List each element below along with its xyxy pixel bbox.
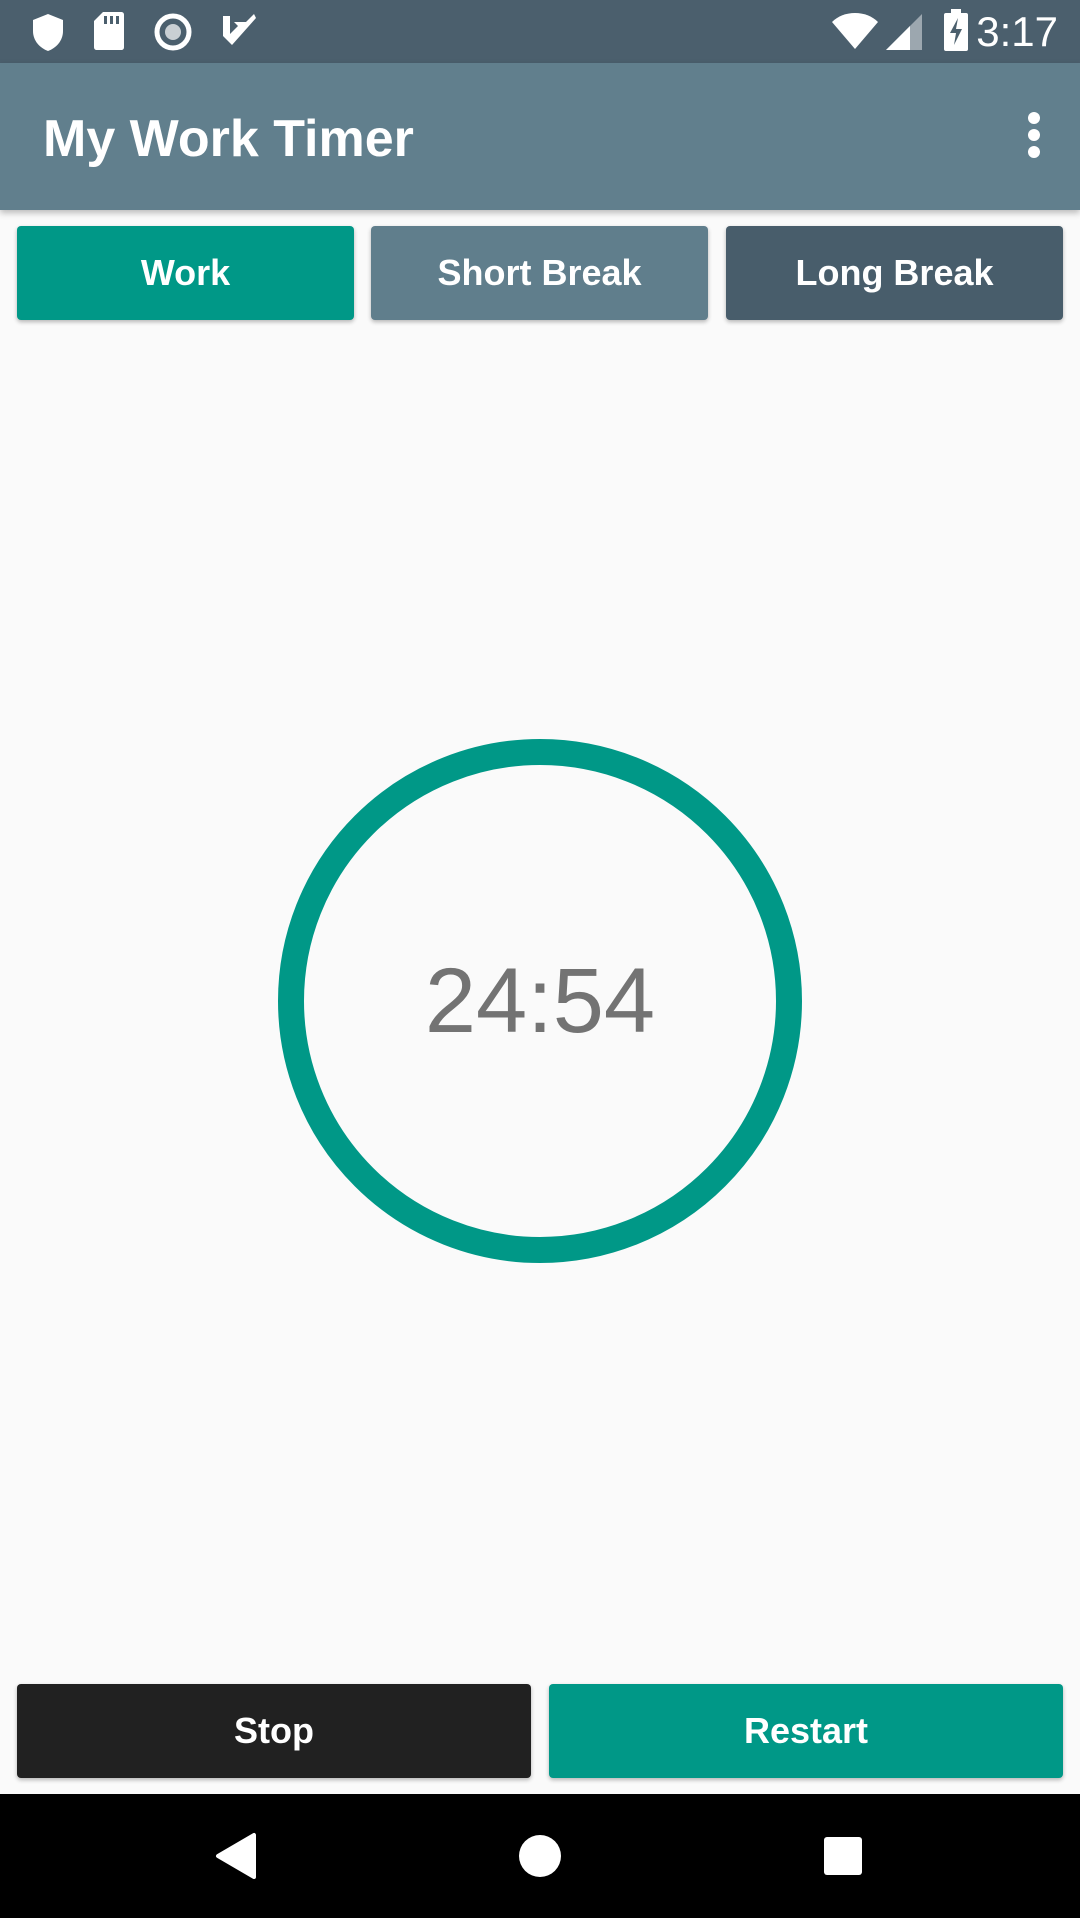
task-check-icon	[223, 14, 256, 45]
sd-card-icon	[94, 12, 124, 50]
status-bar: 3:17	[0, 0, 1080, 63]
back-icon	[216, 1833, 256, 1879]
app-bar: My Work Timer	[0, 63, 1080, 210]
short-break-mode-button[interactable]: Short Break	[371, 226, 708, 320]
home-icon	[519, 1835, 561, 1877]
stop-button[interactable]: Stop	[17, 1684, 531, 1778]
battery-charging-icon	[944, 9, 968, 51]
circle-record-icon	[154, 13, 192, 51]
work-mode-button[interactable]: Work	[17, 226, 354, 320]
more-vert-icon	[1028, 112, 1040, 158]
screen: 3:17 My Work Timer Work Short Break Long…	[0, 0, 1080, 1918]
timer-display: 24:54	[424, 950, 656, 1052]
nav-home-button[interactable]	[500, 1816, 580, 1896]
overflow-menu-button[interactable]	[1002, 91, 1066, 179]
shield-icon	[33, 14, 63, 51]
nav-back-button[interactable]	[196, 1816, 276, 1896]
cellular-signal-icon	[886, 14, 922, 50]
recents-icon	[824, 1837, 862, 1875]
app-title: My Work Timer	[43, 110, 414, 168]
nav-recents-button[interactable]	[803, 1816, 883, 1896]
status-time: 3:17	[976, 8, 1058, 55]
long-break-mode-button[interactable]: Long Break	[726, 226, 1063, 320]
restart-button[interactable]: Restart	[549, 1684, 1063, 1778]
system-nav-bar	[0, 1794, 1080, 1918]
wifi-icon	[832, 13, 878, 49]
